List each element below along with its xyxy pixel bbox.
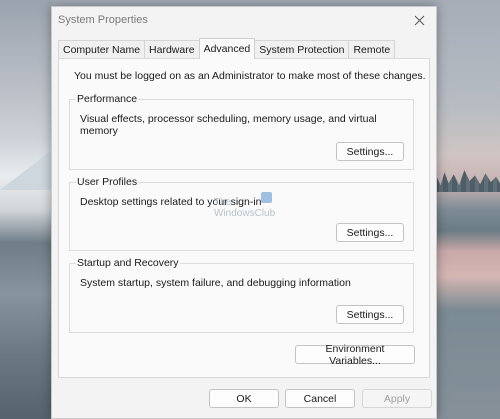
startup-recovery-title: Startup and Recovery [76, 257, 180, 269]
window-title: System Properties [58, 14, 148, 26]
tab-strip: Computer Name Hardware Advanced System P… [58, 38, 396, 59]
performance-settings-button[interactable]: Settings... [336, 142, 404, 161]
watermark-logo-icon [261, 192, 272, 203]
close-icon [414, 15, 424, 25]
startup-recovery-group: Startup and Recovery System startup, sys… [69, 257, 414, 333]
ok-button[interactable]: OK [209, 389, 279, 408]
tab-advanced[interactable]: Advanced [198, 38, 256, 59]
cancel-button[interactable]: Cancel [285, 389, 355, 408]
tab-hardware[interactable]: Hardware [144, 40, 200, 59]
system-properties-dialog: System Properties Computer Name Hardware… [51, 6, 437, 419]
admin-notice: You must be logged on as an Administrato… [74, 70, 426, 82]
apply-button[interactable]: Apply [362, 389, 432, 408]
desktop-background-left [0, 0, 52, 419]
watermark: The WindowsClub [214, 192, 276, 219]
performance-title: Performance [76, 93, 139, 105]
tab-computer-name[interactable]: Computer Name [58, 40, 146, 59]
user-profiles-settings-button[interactable]: Settings... [336, 223, 404, 242]
user-profiles-title: User Profiles [76, 176, 139, 188]
tab-remote[interactable]: Remote [348, 40, 396, 59]
desktop-background-right [434, 0, 500, 419]
tab-system-protection[interactable]: System Protection [254, 40, 350, 59]
performance-group: Performance Visual effects, processor sc… [69, 93, 414, 170]
close-button[interactable] [408, 10, 430, 30]
watermark-line2: WindowsClub [214, 208, 276, 219]
desktop-mountain [0, 150, 52, 190]
performance-description: Visual effects, processor scheduling, me… [80, 113, 377, 137]
startup-recovery-settings-button[interactable]: Settings... [336, 305, 404, 324]
startup-recovery-description: System startup, system failure, and debu… [80, 277, 351, 289]
title-bar[interactable]: System Properties [52, 7, 436, 35]
environment-variables-button[interactable]: Environment Variables... [295, 343, 415, 367]
